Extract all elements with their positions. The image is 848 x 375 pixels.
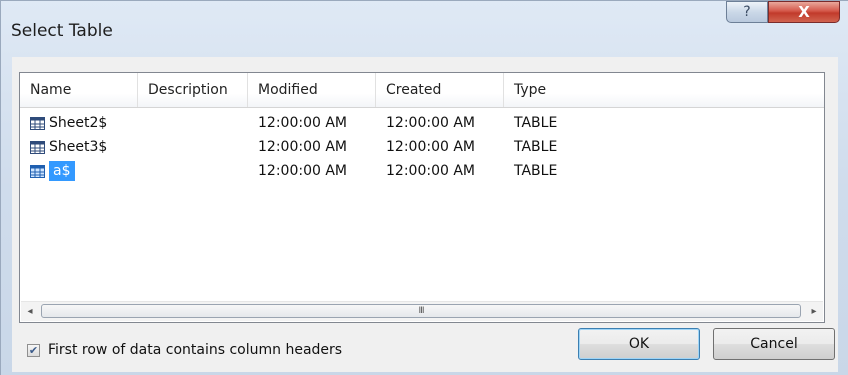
- row-name-cell: Sheet2$: [30, 111, 107, 135]
- select-table-dialog: Select Table ? X Name Description Modifi…: [0, 0, 848, 375]
- column-header-type[interactable]: Type: [504, 73, 824, 107]
- dialog-title: Select Table: [11, 21, 113, 41]
- list-header: Name Description Modified Created Type: [20, 73, 824, 108]
- column-header-created[interactable]: Created: [376, 73, 504, 107]
- row-modified: 12:00:00 AM: [258, 139, 347, 155]
- horizontal-scrollbar[interactable]: ◂ III ▸: [21, 301, 823, 321]
- first-row-header-label: First row of data contains column header…: [48, 342, 343, 358]
- column-header-name[interactable]: Name: [20, 73, 138, 107]
- grip-icon: III: [418, 306, 425, 316]
- row-type: TABLE: [514, 163, 558, 179]
- row-created: 12:00:00 AM: [386, 139, 475, 155]
- row-name-cell: a$: [30, 159, 75, 183]
- row-created: 12:00:00 AM: [386, 115, 475, 131]
- row-name: a$: [49, 161, 75, 181]
- row-name: Sheet3$: [49, 139, 108, 155]
- column-header-modified[interactable]: Modified: [248, 73, 376, 107]
- cancel-button[interactable]: Cancel: [713, 328, 835, 360]
- row-name-cell: Sheet3$: [30, 135, 107, 159]
- table-icon: [30, 164, 45, 178]
- scroll-right-icon[interactable]: ▸: [805, 302, 823, 321]
- first-row-header-checkbox[interactable]: ✔: [27, 343, 40, 357]
- table-row[interactable]: Sheet3$ 12:00:00 AM 12:00:00 AM TABLE: [20, 135, 824, 159]
- scrollbar-thumb[interactable]: III: [41, 304, 801, 318]
- help-button[interactable]: ?: [726, 1, 768, 23]
- close-icon: X: [798, 3, 810, 21]
- help-icon: ?: [743, 4, 751, 20]
- column-header-description[interactable]: Description: [138, 73, 248, 107]
- row-modified: 12:00:00 AM: [258, 163, 347, 179]
- table-icon: [30, 140, 45, 154]
- row-created: 12:00:00 AM: [386, 163, 475, 179]
- table-icon: [30, 116, 45, 130]
- table-row-selected[interactable]: a$ 12:00:00 AM 12:00:00 AM TABLE: [20, 159, 824, 183]
- row-type: TABLE: [514, 115, 558, 131]
- row-type: TABLE: [514, 139, 558, 155]
- ok-button[interactable]: OK: [578, 328, 700, 360]
- row-name: Sheet2$: [49, 115, 108, 131]
- table-list[interactable]: Name Description Modified Created Type S…: [19, 72, 825, 323]
- first-row-header-option[interactable]: ✔ First row of data contains column head…: [27, 342, 342, 358]
- scroll-left-icon[interactable]: ◂: [21, 302, 39, 321]
- close-button[interactable]: X: [768, 1, 840, 23]
- row-modified: 12:00:00 AM: [258, 115, 347, 131]
- check-icon: ✔: [28, 343, 39, 357]
- table-row[interactable]: Sheet2$ 12:00:00 AM 12:00:00 AM TABLE: [20, 111, 824, 135]
